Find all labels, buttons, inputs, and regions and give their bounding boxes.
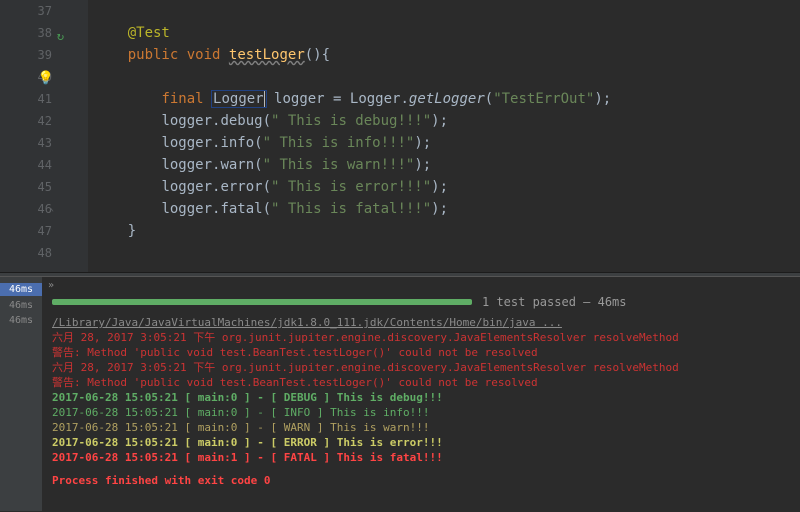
code-editor[interactable]: 37 38↻ 39 40💡 41 42 43 44 45 46⌃ 47 48 @… <box>0 0 800 272</box>
progress-fill <box>52 299 472 305</box>
code-area[interactable]: @Test public void testLoger(){ final Log… <box>88 0 611 272</box>
log-line-error: 2017-06-28 15:05:21 [ main:0 ] - [ ERROR… <box>52 435 790 450</box>
run-test-icon[interactable]: ↻ <box>57 25 64 47</box>
exit-line: Process finished with exit code 0 <box>52 473 790 488</box>
line-number-gutter: 37 38↻ 39 40💡 41 42 43 44 45 46⌃ 47 48 <box>0 0 70 272</box>
log-line: 六月 28, 2017 3:05:21 下午 org.junit.jupiter… <box>52 330 790 345</box>
test-runner-panel: 46ms 46ms 46ms » 1 test passed – 46ms /L… <box>0 277 800 511</box>
test-progress-bar: 1 test passed – 46ms <box>42 291 800 315</box>
test-tree-sidebar[interactable]: 46ms 46ms 46ms <box>0 277 42 511</box>
log-line-warn: 2017-06-28 15:05:21 [ main:0 ] - [ WARN … <box>52 420 790 435</box>
log-line: 警告: Method 'public void test.BeanTest.te… <box>52 375 790 390</box>
editor-margin <box>70 0 88 272</box>
log-line: 警告: Method 'public void test.BeanTest.te… <box>52 345 790 360</box>
method-name: testLoger <box>229 47 305 63</box>
test-status-label: 1 test passed <box>482 295 576 309</box>
log-line-debug: 2017-06-28 15:05:21 [ main:0 ] - [ DEBUG… <box>52 390 790 405</box>
log-line: 六月 28, 2017 3:05:21 下午 org.junit.jupiter… <box>52 360 790 375</box>
intention-bulb-icon[interactable]: 💡 <box>38 68 54 90</box>
command-line: /Library/Java/JavaVirtualMachines/jdk1.8… <box>52 315 790 330</box>
test-node-root[interactable]: 46ms <box>0 283 42 296</box>
log-line-fatal: 2017-06-28 15:05:21 [ main:1 ] - [ FATAL… <box>52 450 790 465</box>
expand-chevron-icon[interactable]: » <box>42 277 800 291</box>
test-node[interactable]: 46ms <box>0 300 42 311</box>
type-ref: Logger <box>212 91 266 107</box>
annotation: @Test <box>128 25 170 41</box>
console-output[interactable]: /Library/Java/JavaVirtualMachines/jdk1.8… <box>42 315 800 511</box>
test-node[interactable]: 46ms <box>0 315 42 326</box>
test-status-time: – 46ms <box>583 295 626 309</box>
log-line-info: 2017-06-28 15:05:21 [ main:0 ] - [ INFO … <box>52 405 790 420</box>
